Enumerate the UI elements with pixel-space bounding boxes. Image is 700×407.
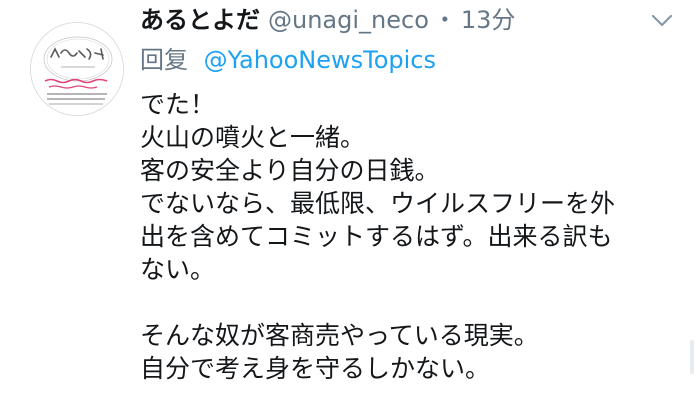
scrollbar-thumb[interactable]: [690, 340, 694, 374]
tweet-text-line: 出を含めてコミットするはず。出来る訳も: [140, 222, 613, 251]
separator-dot: ・: [432, 6, 457, 34]
tweet-text-line: そんな奴が客商売やっている現実。: [140, 321, 539, 350]
tweet-text-line: でないなら、最低限、ウイルスフリーを外: [140, 189, 616, 218]
tweet-text-line: 自分で考え身を守るしかない。: [140, 354, 491, 383]
user-handle[interactable]: @unagi_neco: [268, 2, 429, 38]
chevron-down-icon[interactable]: [650, 12, 674, 30]
tweet-text-line: でた！: [140, 90, 216, 119]
avatar-image: [31, 23, 123, 115]
avatar[interactable]: [30, 22, 124, 116]
timestamp[interactable]: 13分: [461, 2, 516, 38]
reply-mention-link[interactable]: @YahooNewsTopics: [204, 46, 436, 74]
tweet-text-line: ない。: [140, 255, 216, 284]
tweet-header: あるとよだ @unagi_neco ・ 13分: [140, 2, 515, 38]
tweet: あるとよだ @unagi_neco ・ 13分 回复 @YahooNewsTop…: [0, 0, 700, 407]
tweet-text-line: 火山の噴火と一緒。: [140, 123, 366, 152]
reply-context: 回复 @YahooNewsTopics: [140, 42, 436, 78]
tweet-text-line: 客の安全より自分の日銭。: [140, 156, 440, 185]
display-name[interactable]: あるとよだ: [140, 2, 260, 38]
tweet-text: でた！ 火山の噴火と一緒。 客の安全より自分の日銭。 でないなら、最低限、ウイル…: [140, 88, 680, 385]
reply-label: 回复: [140, 46, 188, 74]
